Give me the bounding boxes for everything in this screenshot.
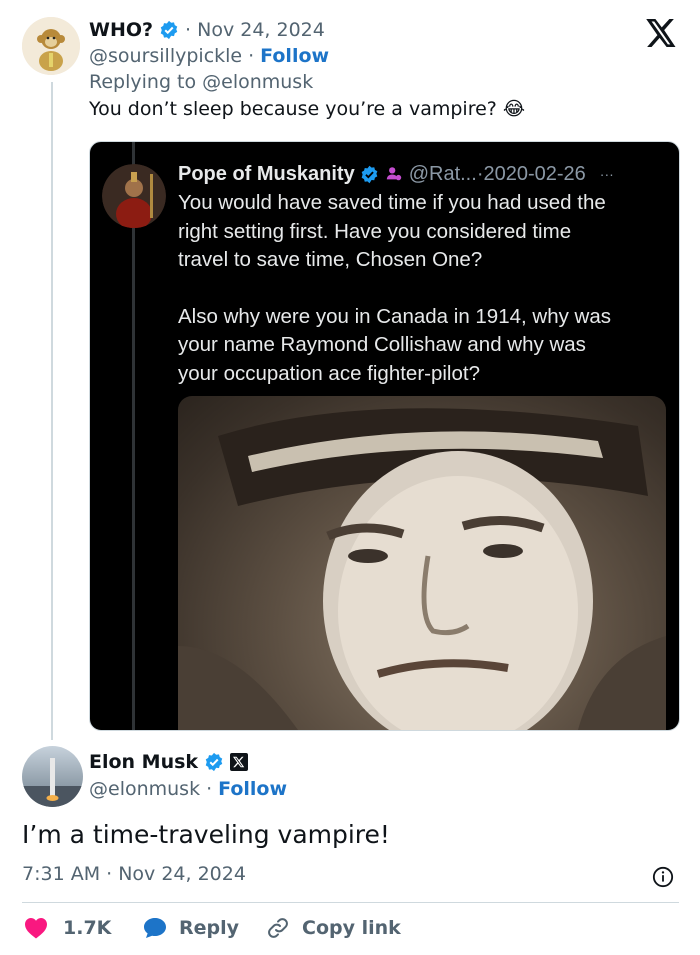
follow-separator: · — [248, 45, 255, 67]
reply-handle[interactable]: @soursillypickle — [89, 45, 242, 67]
replying-prefix: Replying to — [89, 71, 197, 93]
affiliate-badge-icon — [386, 167, 401, 181]
reply-date[interactable]: · Nov 24, 2024 — [185, 19, 325, 41]
like-action[interactable]: 1.7K — [24, 914, 111, 942]
pope-avatar-image — [102, 164, 166, 228]
info-icon[interactable] — [652, 866, 674, 888]
reply-header: WHO? · Nov 24, 2024 — [89, 17, 325, 43]
embed-author-avatar — [102, 164, 166, 228]
main-header: Elon Musk — [89, 748, 249, 776]
more-options-icon: ··· — [599, 166, 614, 182]
reply-text: You don’t sleep because you’re a vampire… — [89, 98, 526, 120]
reply-bubble-icon — [144, 918, 166, 938]
x-logo-icon[interactable] — [646, 19, 677, 47]
embed-text: You would have saved time if you had use… — [178, 189, 611, 388]
reply-handle-row: @soursillypickle · Follow — [89, 43, 329, 69]
main-author-name[interactable]: Elon Musk — [89, 751, 198, 773]
main-author-avatar[interactable] — [22, 746, 83, 807]
rocket-launch-avatar-image — [22, 746, 83, 807]
verified-badge-icon — [361, 165, 378, 183]
main-timestamp[interactable]: 7:31 AM · Nov 24, 2024 — [22, 863, 246, 885]
embed-text-line: travel to save time, Chosen One? — [178, 248, 483, 271]
reply-author-avatar[interactable] — [22, 17, 80, 75]
verified-badge-icon — [205, 752, 223, 772]
reply-follow-link[interactable]: Follow — [260, 45, 329, 67]
follow-separator: · — [206, 778, 213, 800]
embed-thread-line — [132, 142, 135, 730]
reply-action[interactable]: Reply — [143, 914, 239, 942]
embedded-tweet-image[interactable]: Pope of Muskanity @Rat... ·2020-02-26 ··… — [89, 141, 680, 731]
embed-text-line: right setting first. Have you considered… — [178, 219, 572, 243]
main-follow-link[interactable]: Follow — [218, 778, 287, 800]
like-count: 1.7K — [63, 917, 112, 939]
historical-portrait-photo — [178, 396, 666, 730]
embed-text-line: Also why were you in Canada in 1914, why… — [178, 304, 612, 328]
verified-badge-icon — [160, 20, 178, 40]
main-handle[interactable]: @elonmusk — [89, 778, 200, 800]
reply-author-name[interactable]: WHO? — [89, 19, 153, 41]
link-icon — [268, 918, 288, 938]
embed-text-line: You would have saved time if you had use… — [178, 191, 606, 214]
main-tweet-text: I’m a time-traveling vampire! — [22, 820, 390, 849]
embed-text-line: your name Raymond Collishaw and why was — [178, 333, 586, 356]
embed-author-name: Pope of Muskanity — [178, 162, 355, 185]
reply-label: Reply — [179, 917, 240, 939]
x-affiliation-badge-icon[interactable] — [230, 753, 249, 771]
embed-text-line: your occupation ace fighter-pilot? — [178, 361, 480, 385]
main-handle-row: @elonmusk · Follow — [89, 776, 287, 802]
heart-icon — [25, 918, 47, 939]
replying-to-handle[interactable]: @elonmusk — [202, 71, 313, 93]
divider — [22, 902, 679, 903]
monkey-avatar-image — [22, 17, 80, 75]
thread-connector-line — [51, 82, 53, 740]
embed-header: Pope of Muskanity @Rat... ·2020-02-26 ··… — [178, 160, 614, 188]
replying-to-line: Replying to @elonmusk — [89, 69, 313, 95]
copy-link-label: Copy link — [302, 917, 401, 939]
copy-link-action[interactable]: Copy link — [266, 914, 401, 942]
embed-handle: @Rat... — [408, 162, 477, 185]
embed-date: ·2020-02-26 — [476, 162, 586, 185]
